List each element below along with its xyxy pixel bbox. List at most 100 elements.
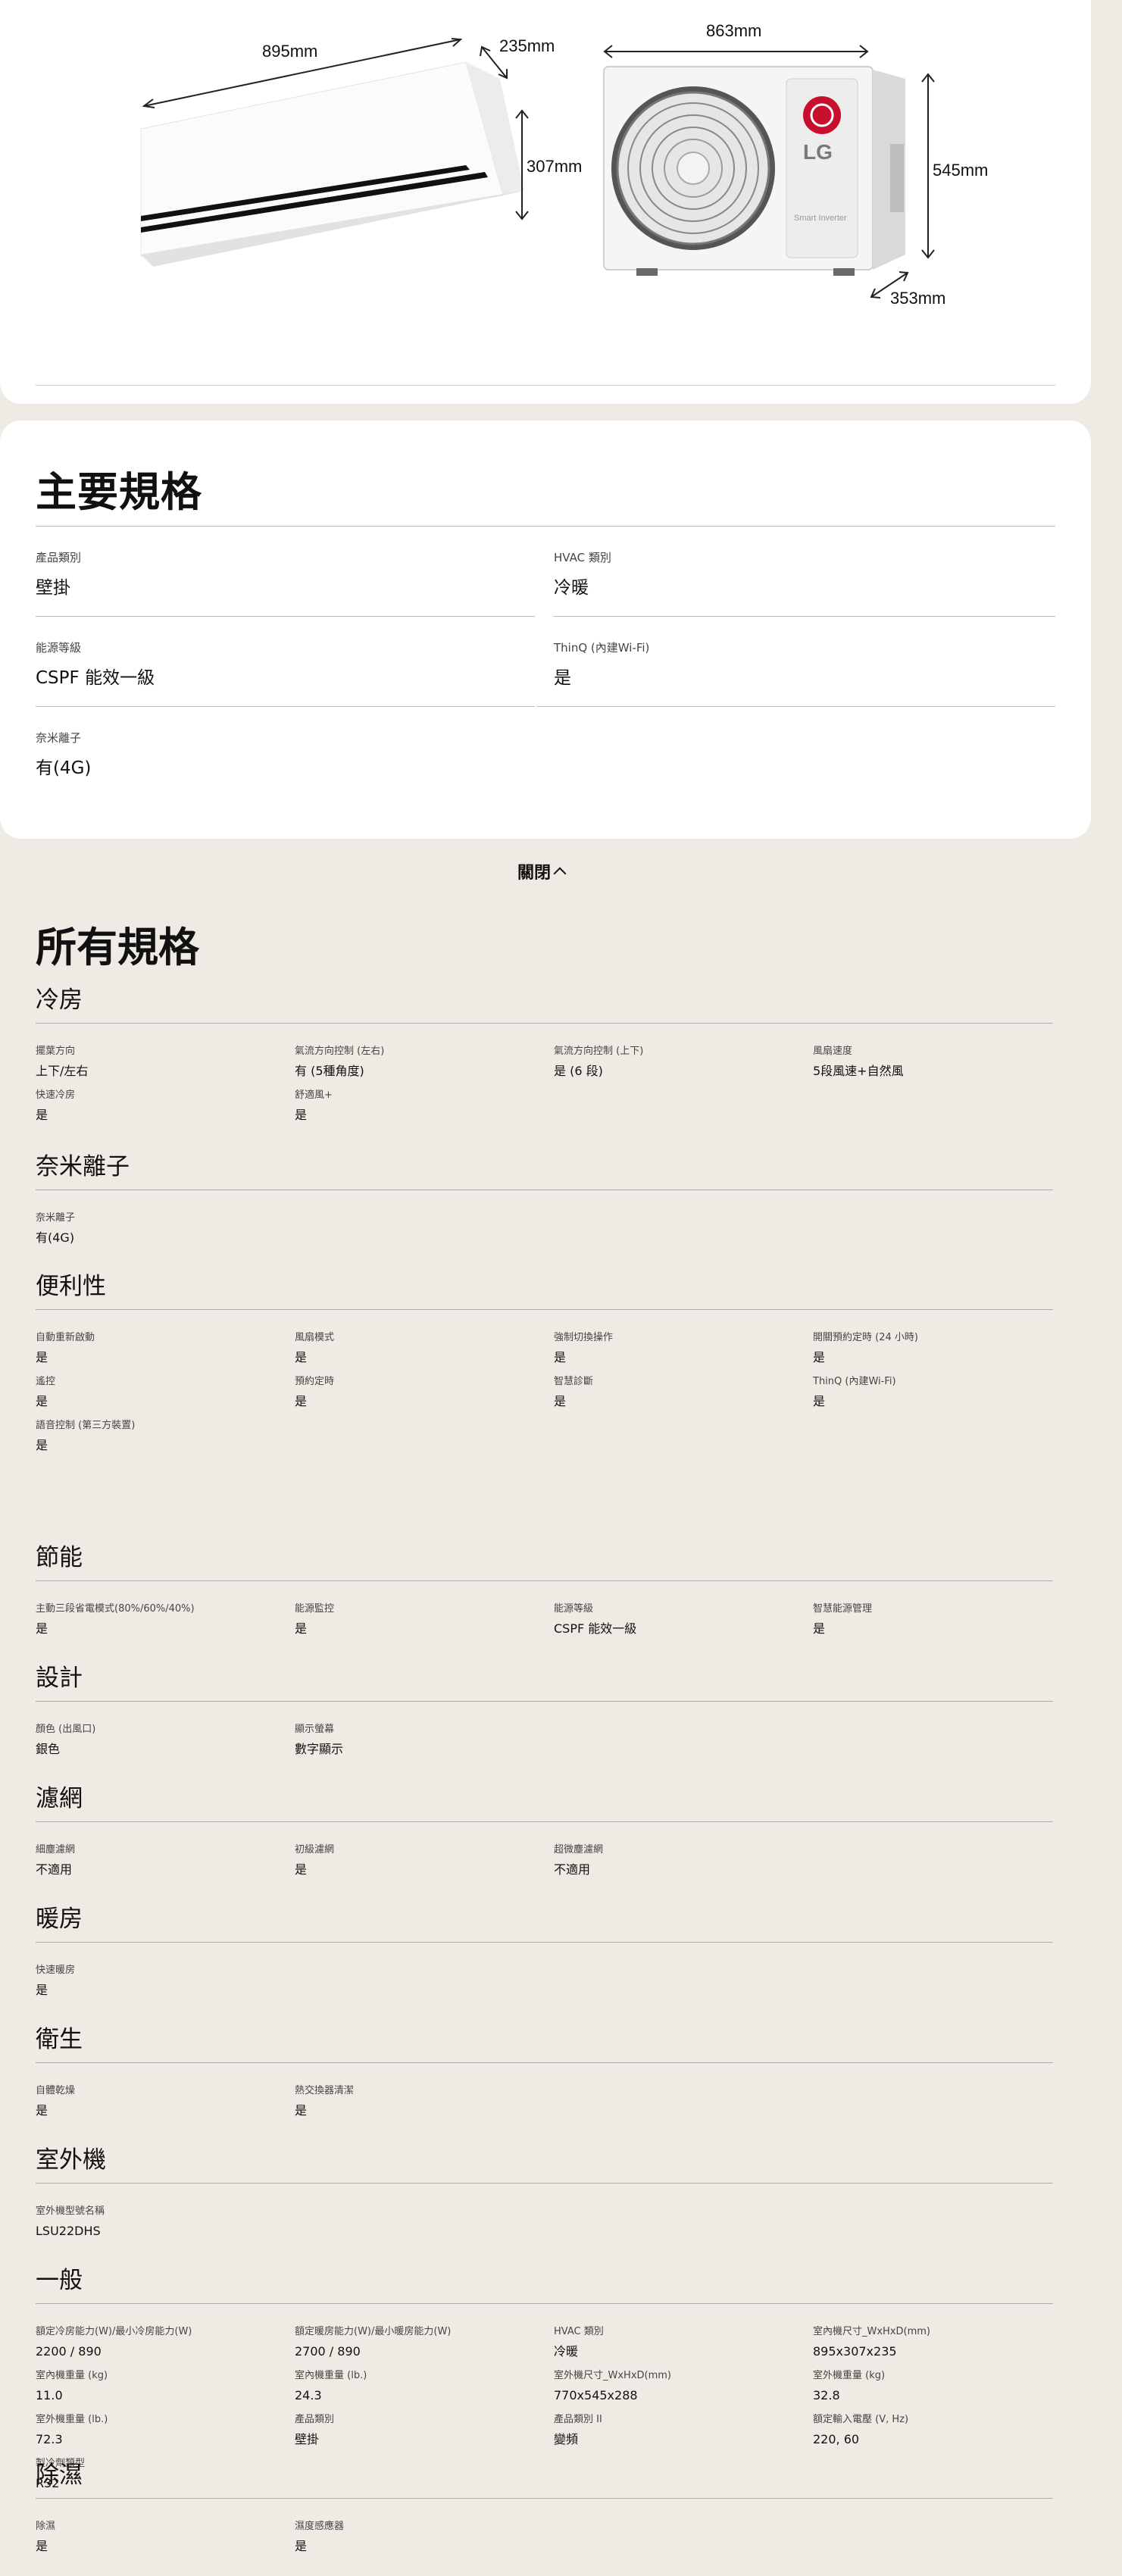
spec-item: 室外機尺寸_WxHxD(mm) 770x545x288 — [554, 2370, 804, 2402]
divider — [36, 2303, 1053, 2304]
spec-value: 有(4G) — [36, 758, 92, 778]
spec-value: 是 — [36, 2539, 48, 2553]
spec-value: 5段風速+自然風 — [813, 1064, 904, 1078]
spec-item: 快速暖房是 — [36, 1965, 286, 1997]
spec-value: 冷暖 — [554, 578, 589, 598]
spec-label: 產品類別 II — [554, 2414, 602, 2425]
spec-section: 設計 顏色 (出風口) 銀色 顯示螢幕 數字顯示 — [36, 1662, 1053, 1756]
spec-value: 24.3 — [295, 2388, 322, 2402]
divider — [36, 385, 1055, 386]
spec-label: 風扇速度 — [813, 1046, 853, 1057]
spec-item: 產品類別 II 變頻 — [554, 2414, 804, 2446]
spec-value: 是 — [295, 1862, 308, 1877]
spec-value: 是 — [295, 1621, 308, 1636]
spec-item: 強制切換操作是 — [554, 1332, 804, 1365]
spec-label: 額定冷房能力(W)/最小冷房能力(W) — [36, 2326, 192, 2337]
spec-value: 是 — [36, 1108, 48, 1122]
spec-item: 室外機重量 (kg) 32.8 — [813, 2370, 1063, 2402]
spec-label: 主動三段省電模式(80%/60%/40%) — [36, 1603, 195, 1615]
indoor-unit-image — [140, 61, 524, 267]
spec-value: CSPF 能效一級 — [554, 1621, 637, 1636]
spec-label: HVAC 類別 — [554, 551, 611, 564]
spec-item: 能源等級 CSPF 能效一級 — [554, 1603, 804, 1636]
spec-section: 便利性 自動重新啟動是風扇模式是強制切換操作是開關預約定時 (24 小時) 是遙控是… — [36, 1270, 1053, 1452]
main-spec-item: 能源等級 CSPF 能效一級 — [36, 639, 535, 707]
divider — [36, 2183, 1053, 2184]
spec-label: 奈米離子 — [36, 1212, 76, 1224]
spec-value: 2200 / 890 — [36, 2344, 102, 2359]
spec-item: 主動三段省電模式(80%/60%/40%) 是 — [36, 1603, 286, 1636]
outdoor-depth-label: 353mm — [890, 289, 946, 308]
spec-label: 智慧能源管理 — [813, 1603, 873, 1615]
spec-label: 擺葉方向 — [36, 1046, 76, 1057]
spec-section: 節能 主動三段省電模式(80%/60%/40%) 是能源監控是能源等級 CSPF 能效… — [36, 1541, 1053, 1636]
spec-item: 額定暖房能力(W)/最小暖房能力(W) 2700 / 890 — [295, 2326, 545, 2359]
outdoor-unit-image — [603, 66, 905, 276]
spec-item: 額定冷房能力(W)/最小冷房能力(W) 2200 / 890 — [36, 2326, 286, 2359]
spec-label: 除濕 — [36, 2521, 56, 2532]
spec-value: 有(4G) — [36, 1230, 75, 1245]
divider — [36, 1942, 1053, 1943]
spec-section: 冷房擺葉方向上下/左右 氣流方向控制 (左右) 有 (5種角度) 氣流方向控制 (上下… — [36, 983, 1053, 1122]
spec-section: 暖房 快速暖房是 — [36, 1902, 1053, 1997]
spec-item: 顯示螢幕 數字顯示 — [295, 1724, 545, 1756]
spec-value: 是 — [36, 1438, 48, 1452]
outdoor-height-label: 545mm — [933, 161, 989, 180]
spec-item: 氣流方向控制 (左右) 有 (5種角度) — [295, 1046, 545, 1078]
spec-value: 冷暖 — [554, 2344, 579, 2359]
spec-value: 壁掛 — [295, 2432, 320, 2446]
spec-label: 開關預約定時 (24 小時) — [813, 1332, 918, 1343]
spec-value: 是 — [36, 1621, 48, 1636]
spec-item: 室外機型號名稱 LSU22DHS — [36, 2206, 286, 2238]
indoor-depth-label: 235mm — [499, 36, 555, 55]
spec-value: 數字顯示 — [295, 1742, 344, 1756]
spec-label: 室內機重量 (kg) — [36, 2370, 108, 2381]
spec-label: 自體乾燥 — [36, 2085, 76, 2096]
spec-label: 額定輸入電壓 (V, Hz) — [813, 2414, 909, 2425]
spec-value: 是 — [36, 1394, 48, 1408]
spec-label: 產品類別 — [36, 551, 82, 564]
spec-label: 能源等級 — [554, 1603, 594, 1615]
divider — [36, 1821, 1053, 1822]
spec-item: 舒適風+ 是 — [295, 1089, 545, 1122]
spec-label: 顯示螢幕 — [295, 1724, 335, 1735]
spec-value: 是 — [813, 1394, 826, 1408]
section-title: 冷房 — [36, 986, 83, 1014]
spec-item: 預約定時是 — [295, 1376, 545, 1408]
spec-label: 智慧診斷 — [554, 1376, 594, 1387]
spec-value: 上下/左右 — [36, 1064, 89, 1078]
spec-label: 氣流方向控制 (左右) — [295, 1046, 385, 1057]
chevron-up-icon — [553, 867, 567, 880]
spec-value: 壁掛 — [36, 578, 70, 598]
spec-value: 不適用 — [554, 1862, 591, 1877]
section-title: 一般 — [36, 2267, 83, 2294]
spec-item: 初級濾網是 — [295, 1844, 545, 1877]
spec-value: 32.8 — [813, 2388, 840, 2402]
dimension-illustration — [140, 38, 935, 299]
spec-item: 室外機重量 (lb.) 72.3 — [36, 2414, 286, 2446]
spec-label: 室外機重量 (kg) — [813, 2370, 886, 2381]
spec-value: 11.0 — [36, 2388, 63, 2402]
spec-label: 初級濾網 — [295, 1844, 335, 1855]
spec-label: 氣流方向控制 (上下) — [554, 1046, 644, 1057]
spec-item: 快速冷房是 — [36, 1089, 286, 1122]
spec-item: 開關預約定時 (24 小時) 是 — [813, 1332, 1063, 1365]
close-specs-button[interactable]: 關閉 — [517, 859, 567, 883]
spec-value: 是 — [295, 2103, 308, 2118]
indoor-width-label: 895mm — [262, 42, 318, 61]
spec-label: 快速暖房 — [36, 1965, 76, 1976]
spec-value: 895x307x235 — [813, 2344, 897, 2359]
spec-item: 除濕是 — [36, 2521, 286, 2553]
spec-label: 熱交換器清潔 — [295, 2085, 355, 2096]
spec-value: 是 — [295, 1394, 308, 1408]
main-specs-card: 主要規格 產品類別 壁掛 HVAC 類別 冷暖 能源等級 CSPF 能效一級 T… — [0, 420, 1091, 839]
main-spec-item: HVAC 類別 冷暖 — [554, 549, 1055, 617]
spec-label: 預約定時 — [295, 1376, 335, 1387]
spec-value: 變頻 — [554, 2432, 579, 2446]
spec-label: 濕度感應器 — [295, 2521, 345, 2532]
spec-item: 能源監控是 — [295, 1603, 545, 1636]
spec-value: 是 — [554, 1350, 567, 1365]
spec-label: 室外機重量 (lb.) — [36, 2414, 108, 2425]
divider — [36, 1701, 1053, 1702]
spec-section: 奈米離子 奈米離子 有(4G) — [36, 1150, 1053, 1245]
